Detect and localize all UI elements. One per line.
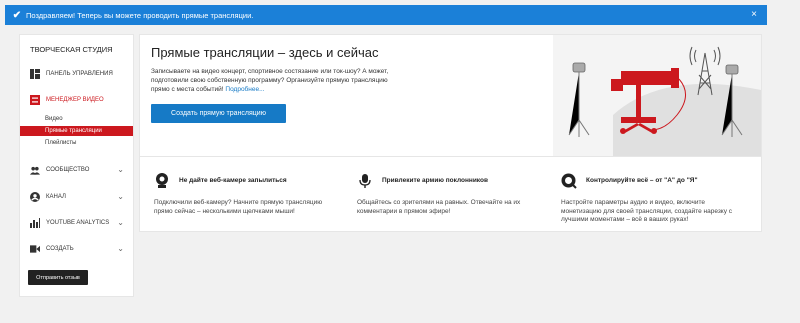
community-icon bbox=[30, 165, 40, 175]
sidebar-item-label: КАНАЛ bbox=[46, 194, 66, 200]
checkmark-icon: ✔ bbox=[12, 9, 22, 21]
feature-title: Не дайте веб-камере запылиться bbox=[179, 177, 287, 184]
sidebar-item-community[interactable]: СООБЩЕСТВО ⌄ bbox=[20, 163, 133, 177]
live-streaming-illustration bbox=[553, 35, 761, 156]
hero-panel: Прямые трансляции – здесь и сейчас Запис… bbox=[139, 34, 762, 157]
page-title: Прямые трансляции – здесь и сейчас bbox=[151, 45, 379, 60]
sidebar-title: ТВОРЧЕСКАЯ СТУДИЯ bbox=[30, 45, 113, 54]
chevron-down-icon: ⌄ bbox=[117, 165, 124, 174]
feature-webcam: Не дайте веб-камере запылиться Подключил… bbox=[154, 157, 344, 232]
feature-text: Настройте параметры аудио и видео, включ… bbox=[561, 199, 733, 223]
chevron-down-icon: ⌄ bbox=[117, 244, 124, 253]
sidebar: ТВОРЧЕСКАЯ СТУДИЯ ПАНЕЛЬ УПРАВЛЕНИЯ МЕНЕ… bbox=[19, 34, 134, 297]
channel-icon bbox=[30, 192, 40, 202]
analytics-icon bbox=[30, 218, 40, 228]
illustration-art bbox=[568, 46, 761, 156]
video-manager-icon bbox=[30, 95, 40, 105]
feature-control: Контролируйте всё – от "А" до "Я" Настро… bbox=[561, 157, 751, 232]
sidebar-subitem-videos[interactable]: Видео bbox=[20, 114, 133, 124]
create-live-stream-button[interactable]: Создать прямую трансляцию bbox=[151, 104, 286, 123]
sidebar-item-dashboard[interactable]: ПАНЕЛЬ УПРАВЛЕНИЯ bbox=[20, 67, 133, 81]
features-panel: Не дайте веб-камере запылиться Подключил… bbox=[139, 157, 762, 232]
webcam-icon bbox=[154, 173, 170, 189]
sidebar-item-label: ПАНЕЛЬ УПРАВЛЕНИЯ bbox=[46, 71, 113, 77]
send-feedback-button[interactable]: Отправить отзыв bbox=[28, 270, 88, 285]
notification-message: Поздравляем! Теперь вы можете проводить … bbox=[26, 10, 254, 20]
feature-text: Подключили веб-камеру? Начните прямую тр… bbox=[154, 199, 323, 215]
sidebar-item-channel[interactable]: КАНАЛ ⌄ bbox=[20, 190, 133, 204]
microphone-icon bbox=[357, 173, 373, 189]
sidebar-item-create[interactable]: СОЗДАТЬ ⌄ bbox=[20, 242, 133, 256]
chevron-down-icon: ⌄ bbox=[117, 218, 124, 227]
feature-text: Общайтесь со зрителями на равных. Отвеча… bbox=[357, 199, 521, 215]
sidebar-item-label: СОЗДАТЬ bbox=[46, 246, 74, 252]
learn-more-link[interactable]: Подробнее... bbox=[225, 86, 264, 93]
notification-bar: ✔ Поздравляем! Теперь вы можете проводит… bbox=[5, 5, 767, 25]
sidebar-item-label: YOUTUBE ANALYTICS bbox=[46, 220, 110, 226]
create-icon bbox=[30, 244, 40, 254]
feature-audience: Привлеките армию поклонников Общайтесь с… bbox=[357, 157, 547, 232]
dashboard-icon bbox=[30, 69, 40, 79]
close-icon[interactable]: × bbox=[751, 9, 757, 20]
feature-title: Привлеките армию поклонников bbox=[382, 177, 488, 184]
sidebar-subitem-live[interactable]: Прямые трансляции bbox=[20, 126, 133, 136]
sidebar-item-label: МЕНЕДЖЕР ВИДЕО bbox=[46, 97, 104, 103]
chevron-down-icon: ⌄ bbox=[117, 192, 124, 201]
sidebar-item-analytics[interactable]: YOUTUBE ANALYTICS ⌄ bbox=[20, 216, 133, 230]
hero-description: Записываете на видео концерт, спортивное… bbox=[151, 67, 391, 94]
sidebar-item-label: СООБЩЕСТВО bbox=[46, 167, 90, 173]
control-icon bbox=[561, 173, 577, 189]
hero-description-text: Записываете на видео концерт, спортивное… bbox=[151, 68, 389, 93]
sidebar-subitem-playlists[interactable]: Плейлисты bbox=[20, 138, 133, 148]
sidebar-item-video-manager[interactable]: МЕНЕДЖЕР ВИДЕО bbox=[20, 93, 133, 107]
feature-title: Контролируйте всё – от "А" до "Я" bbox=[586, 177, 698, 184]
